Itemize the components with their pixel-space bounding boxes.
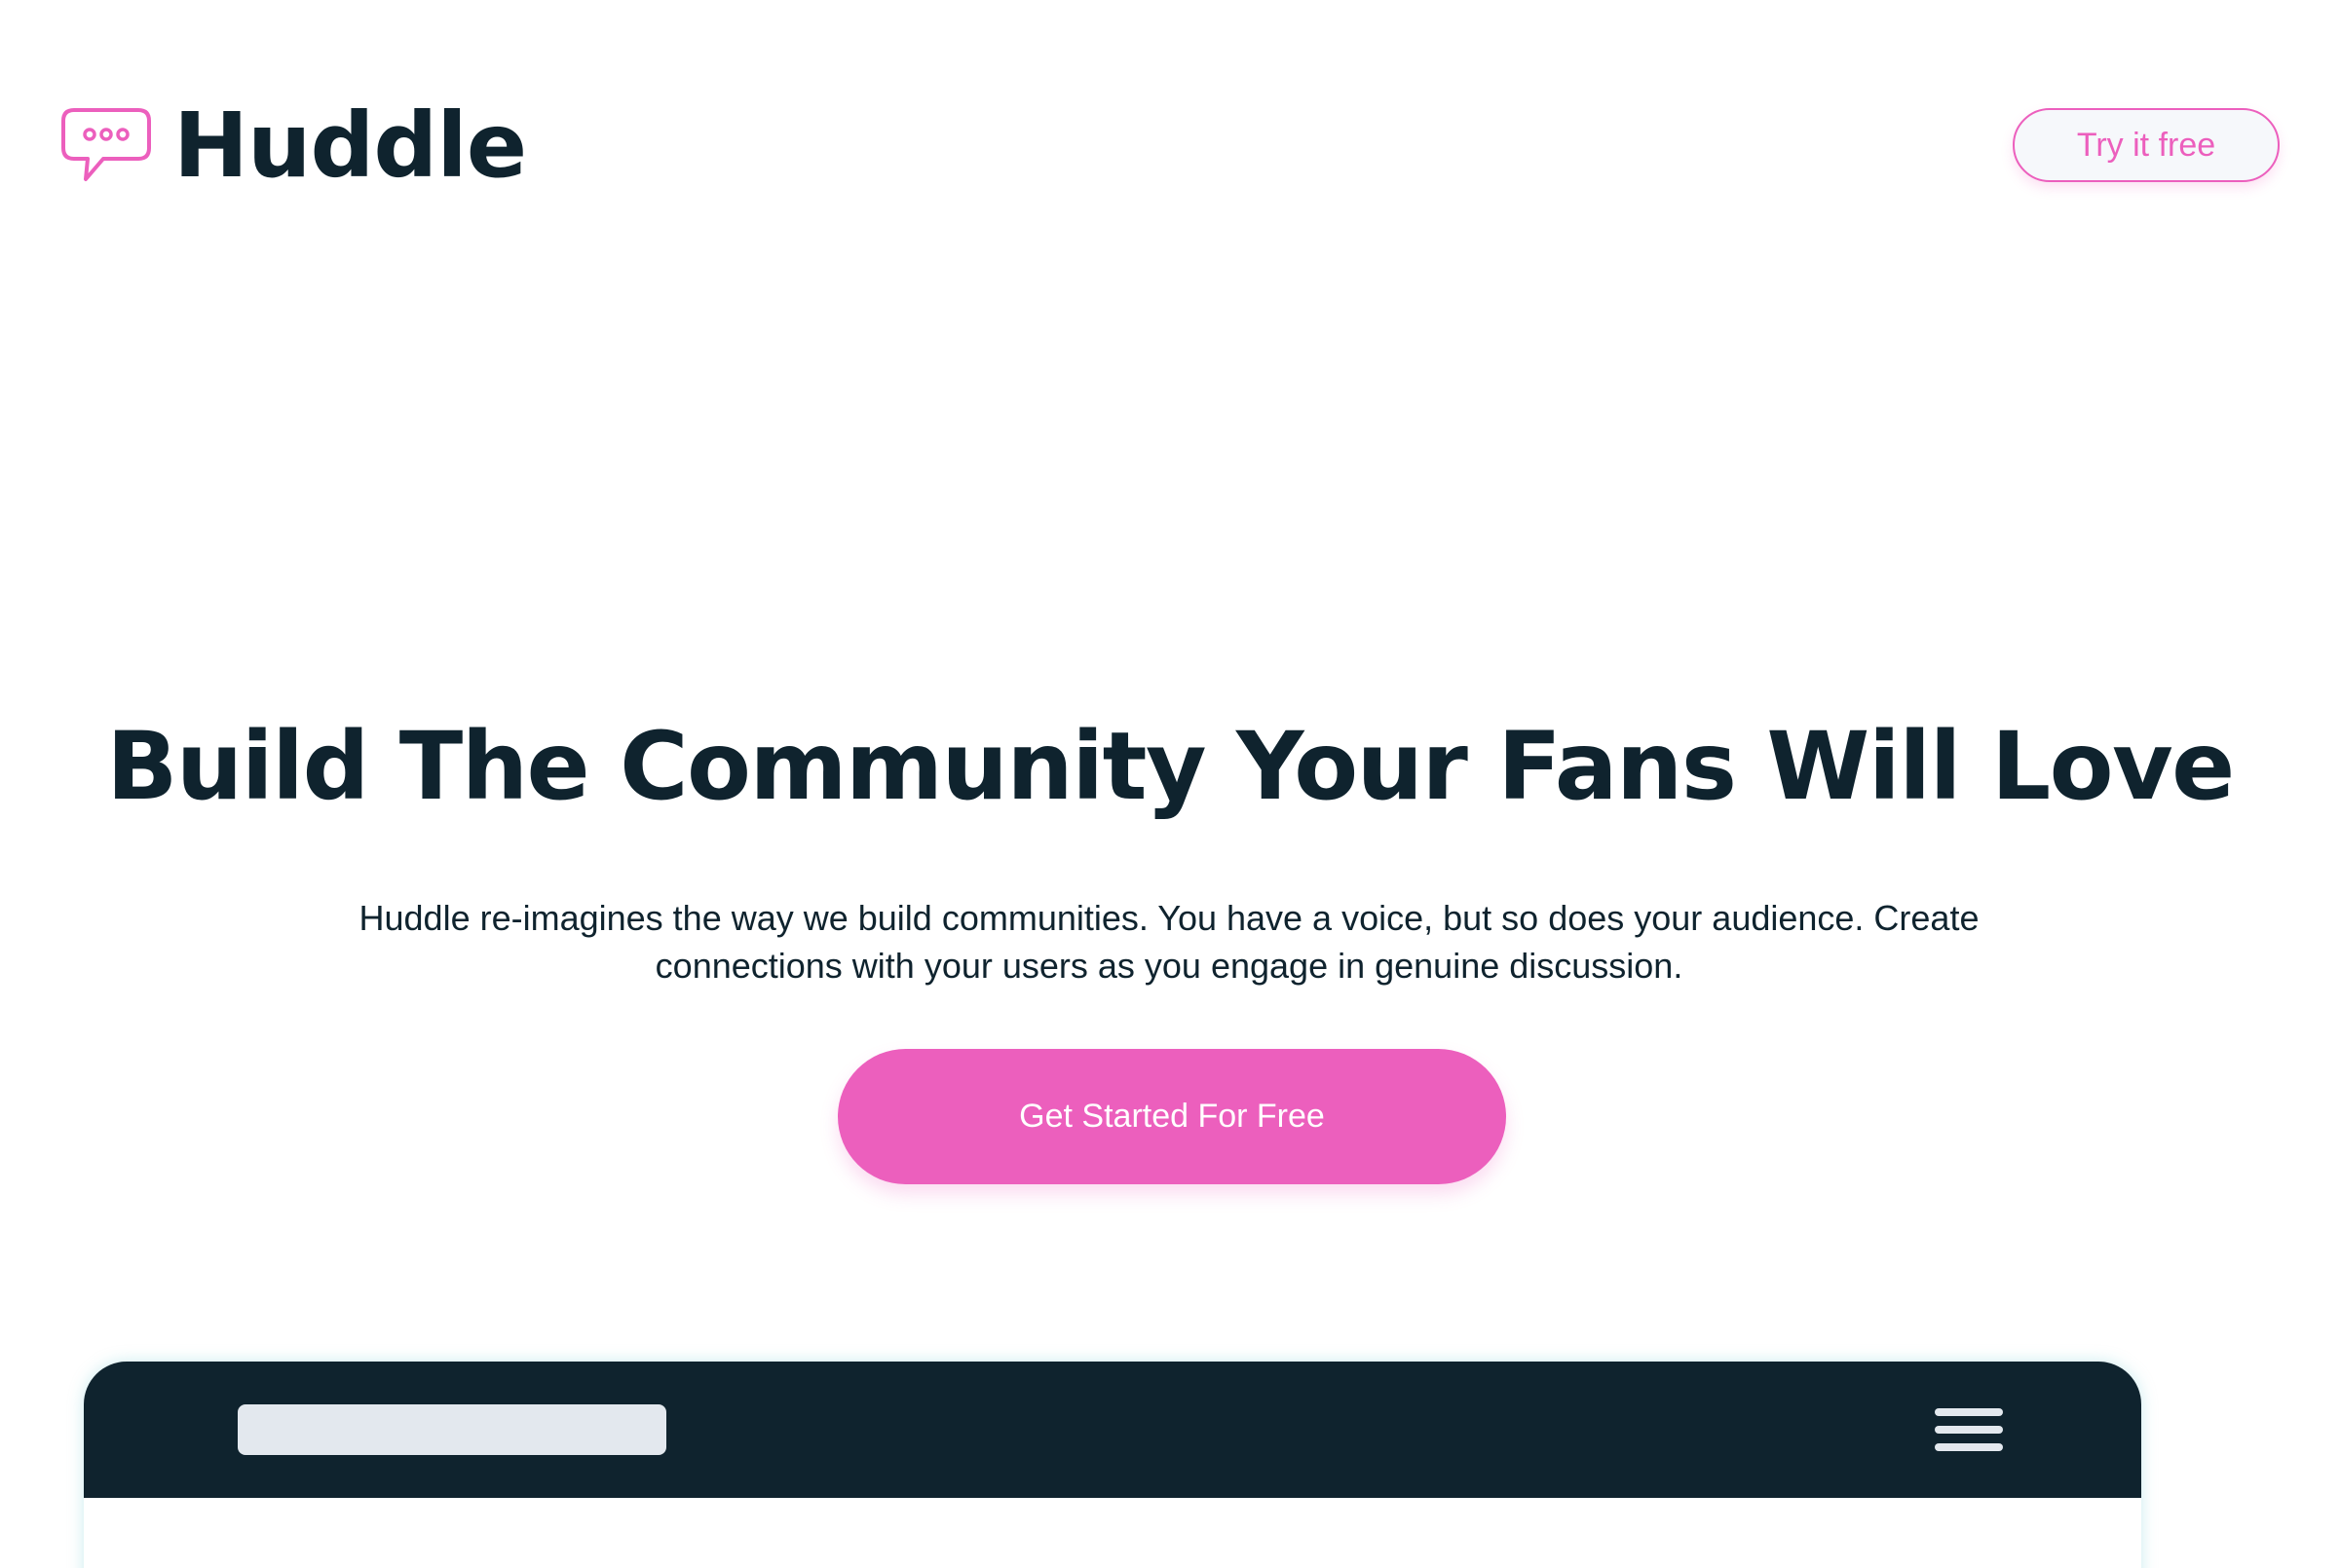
- hamburger-menu-icon: [1935, 1408, 2003, 1451]
- chat-bubble-icon: [61, 108, 151, 181]
- mockup-search-bar: [238, 1404, 666, 1455]
- logo[interactable]: Huddle: [60, 93, 527, 198]
- try-it-free-button[interactable]: Try it free: [2013, 108, 2280, 182]
- menu-line: [1935, 1408, 2003, 1416]
- menu-line: [1935, 1426, 2003, 1434]
- logo-text: Huddle: [173, 93, 527, 198]
- landing-page: Huddle Try it free Build The Community Y…: [0, 0, 2340, 1568]
- menu-line: [1935, 1443, 2003, 1451]
- app-mockup-illustration: [84, 1362, 2141, 1568]
- hero-title: Build The Community Your Fans Will Love: [106, 712, 2235, 822]
- get-started-button[interactable]: Get Started For Free: [838, 1049, 1506, 1184]
- hero-description: Huddle re-imagines the way we build comm…: [359, 898, 1980, 986]
- mockup-top-bar: [84, 1362, 2141, 1498]
